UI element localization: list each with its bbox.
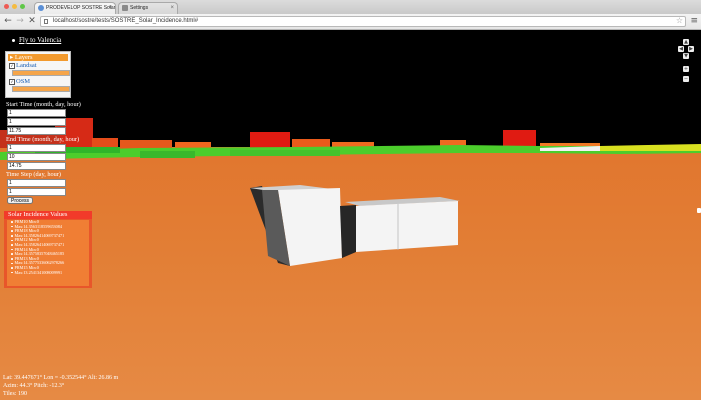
reload-button[interactable]: ✕ xyxy=(27,16,37,26)
zoom-in-icon[interactable]: + xyxy=(683,66,689,72)
scrollbar-handle[interactable] xyxy=(697,208,701,213)
page-icon xyxy=(44,19,48,24)
end-day-input[interactable] xyxy=(7,153,66,161)
menu-icon[interactable]: ≡ xyxy=(690,16,698,26)
fly-to-list: Fly to Valencia xyxy=(12,36,61,44)
coords-readout: Lat: 39.447671° Lon = -0.352544° Alt: 26… xyxy=(3,375,119,381)
tab-close-icon[interactable]: × xyxy=(170,3,174,14)
slider-fill xyxy=(13,71,69,75)
tab-label: Settings xyxy=(130,5,149,11)
end-time-label: End Time (month, day, hour) xyxy=(6,136,80,143)
fly-to-valencia-link[interactable]: Fly to Valencia xyxy=(19,36,61,44)
maximize-window-button[interactable] xyxy=(20,4,25,9)
solar-incidence-panel: Solar Incidence Values PRM10 Min:0 Max:14… xyxy=(4,211,92,288)
results-title: Solar Incidence Values xyxy=(4,211,92,219)
osm-opacity-slider[interactable] xyxy=(12,86,70,92)
address-bar[interactable]: localhost/sostre/tests/SOSTRE_Solar_Inci… xyxy=(40,16,686,27)
back-button[interactable]: ← xyxy=(3,16,13,26)
settings-page-icon xyxy=(122,5,128,11)
layer-label: OSM xyxy=(16,78,31,85)
building-right-front xyxy=(356,201,458,252)
pan-right-icon[interactable]: ▶ xyxy=(688,46,694,52)
forward-button[interactable]: → xyxy=(15,16,25,26)
landsat-opacity-slider[interactable] xyxy=(12,70,70,76)
end-month-input[interactable] xyxy=(7,144,66,152)
url-text: localhost/sostre/tests/SOSTRE_Solar_Inci… xyxy=(53,18,199,24)
pan-down-icon[interactable]: ▼ xyxy=(683,53,689,59)
start-month-input[interactable] xyxy=(7,109,66,117)
start-time-label: Start Time (month, day, hour) xyxy=(6,101,81,108)
start-day-input[interactable] xyxy=(7,118,66,126)
map-viewport[interactable] xyxy=(0,30,701,400)
building-right-dark-side xyxy=(340,205,356,258)
orientation-readout: Azim: 44.3° Pitch: -12.3° xyxy=(3,383,65,389)
slider-fill xyxy=(13,87,69,91)
layers-header[interactable]: ▸ Layers xyxy=(8,54,68,61)
green-building xyxy=(140,151,195,158)
layer-label: Landsat xyxy=(16,62,37,69)
time-step-label: Time Step (day, hour) xyxy=(6,171,61,178)
tab-settings[interactable]: Settings × xyxy=(118,2,178,14)
tab-label: PRODEVELOP SOSTRE Solar xyxy=(46,5,116,11)
green-building xyxy=(230,150,340,156)
globe-icon xyxy=(38,5,44,11)
result-item: Max:13.2541341008009991 xyxy=(7,271,89,276)
zoom-out-icon[interactable]: − xyxy=(683,76,689,82)
tab-sostre[interactable]: PRODEVELOP SOSTRE Solar × xyxy=(34,2,116,14)
scene-3d xyxy=(0,118,701,266)
bookmark-star-icon[interactable]: ☆ xyxy=(676,16,683,25)
layer-item-osm: ✓ OSM xyxy=(6,78,70,85)
results-list: PRM10 Min:0 Max:14.3563118559653084 PRM18 … xyxy=(7,220,89,286)
step-day-input[interactable] xyxy=(7,179,66,187)
minimize-window-button[interactable] xyxy=(12,4,17,9)
step-hour-input[interactable] xyxy=(7,188,66,196)
layer-switcher: ▸ Layers ✓ Landsat ✓ OSM xyxy=(5,51,71,98)
building-block xyxy=(92,138,118,148)
tab-strip: PRODEVELOP SOSTRE Solar × Settings × xyxy=(0,0,701,14)
bullet-icon xyxy=(12,38,15,42)
yellow-building-band xyxy=(600,144,701,151)
building-block xyxy=(120,140,172,149)
landsat-checkbox[interactable]: ✓ xyxy=(9,62,15,69)
tiles-readout: Tiles: 190 xyxy=(3,391,27,397)
end-hour-input[interactable] xyxy=(7,162,66,170)
layers-title: Layers xyxy=(14,54,33,61)
browser-toolbar: ← → ✕ localhost/sostre/tests/SOSTRE_Sola… xyxy=(0,14,701,30)
close-window-button[interactable] xyxy=(4,4,9,9)
camera-status: Lat: 39.447671° Lon = -0.352544° Alt: 26… xyxy=(3,374,118,398)
layer-item-landsat: ✓ Landsat xyxy=(6,62,70,69)
tab-close-icon[interactable]: × xyxy=(108,3,112,14)
time-form: Start Time (month, day, hour) End Time (… xyxy=(6,101,81,204)
navigation-control: ▲ ◀ ▶ ▼ + − xyxy=(678,39,694,85)
osm-checkbox[interactable]: ✓ xyxy=(9,78,15,85)
start-hour-input[interactable] xyxy=(7,127,66,135)
process-button[interactable]: Process xyxy=(7,197,34,204)
pan-left-icon[interactable]: ◀ xyxy=(678,46,684,52)
pan-up-icon[interactable]: ▲ xyxy=(683,39,689,45)
